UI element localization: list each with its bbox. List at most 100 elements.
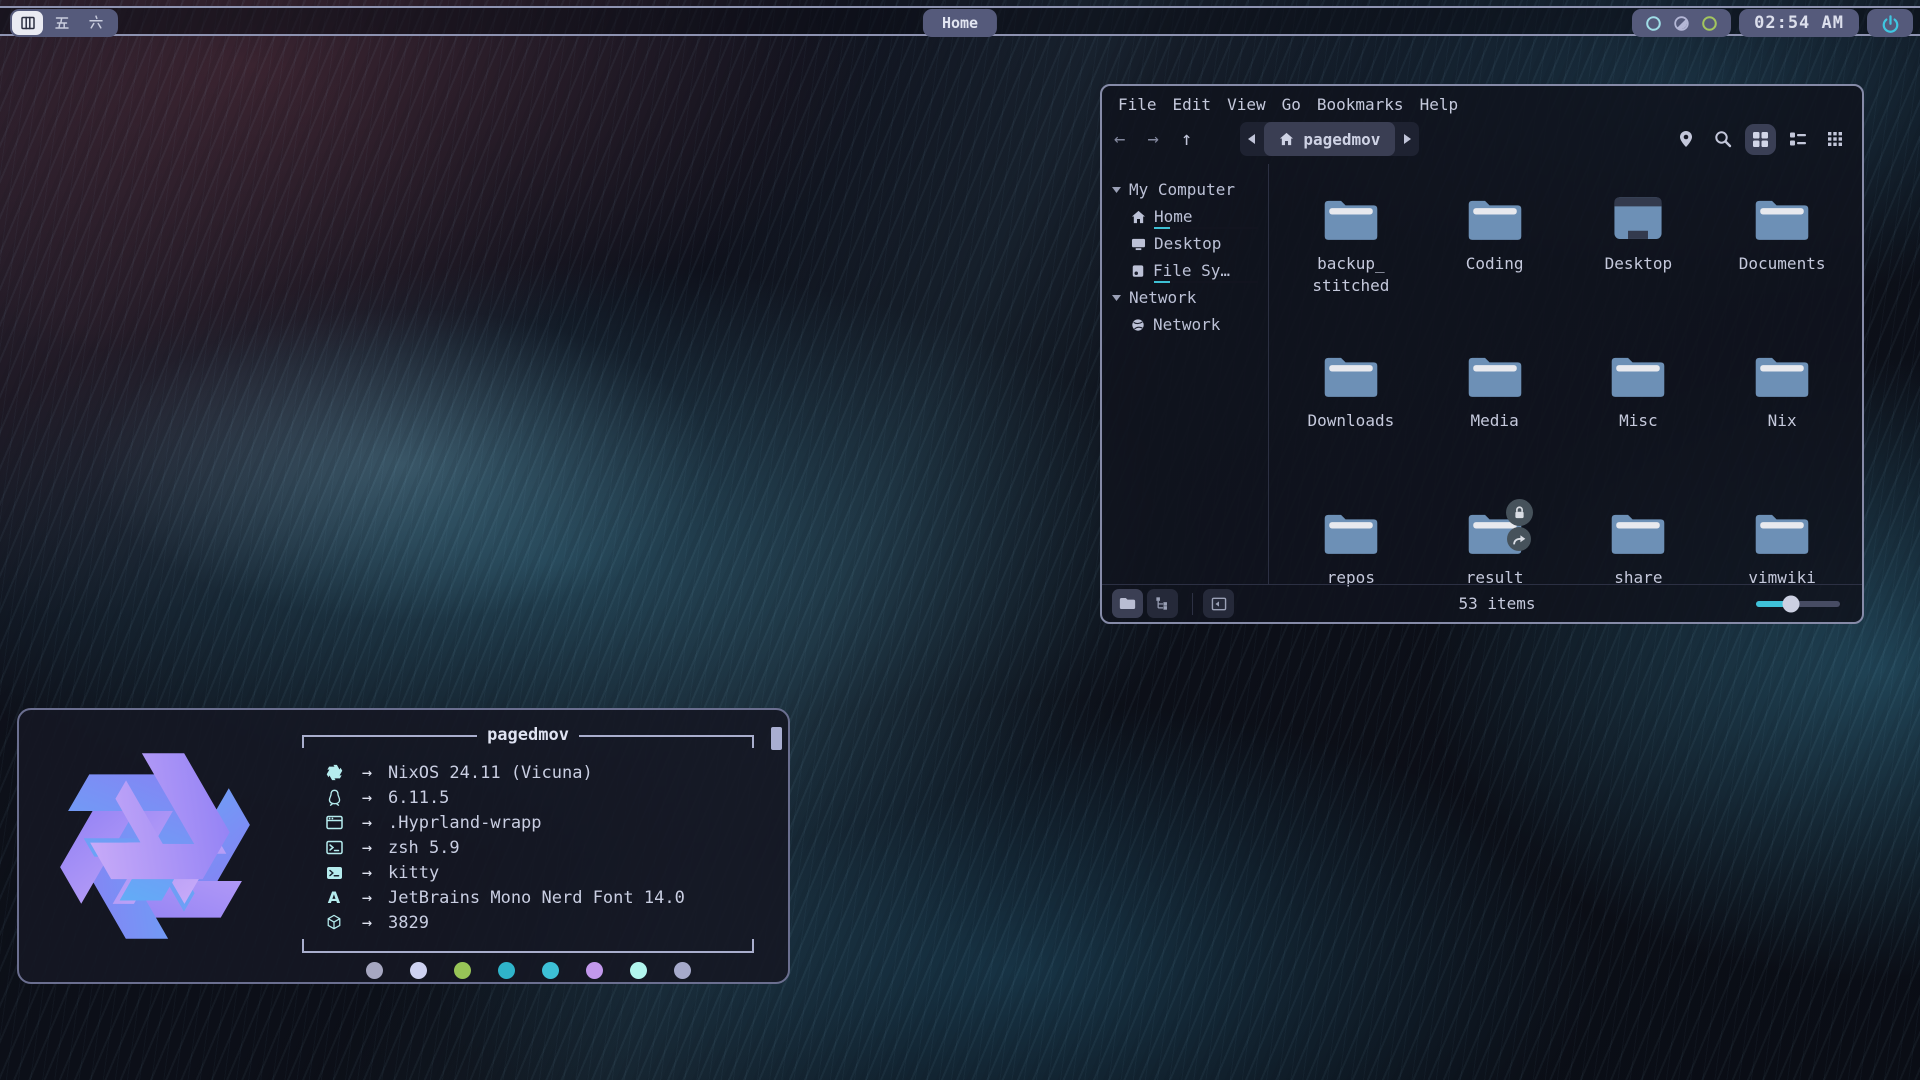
zoom-slider[interactable] — [1756, 601, 1840, 607]
menu-item[interactable]: Edit — [1173, 95, 1212, 114]
arrow-icon: → — [346, 788, 388, 808]
show-tree-button[interactable] — [1147, 589, 1178, 618]
power-button[interactable] — [1867, 9, 1913, 37]
active-window-title: Home — [923, 9, 997, 37]
folder-name: Downloads — [1308, 410, 1395, 432]
folder-name: Desktop — [1605, 253, 1672, 275]
nixos-logo — [39, 730, 271, 962]
breadcrumb-left-chevron-icon[interactable] — [1240, 122, 1264, 156]
workspace-button-5[interactable] — [46, 11, 77, 35]
palette-dot — [542, 962, 559, 979]
folder-name: Documents — [1739, 253, 1826, 275]
terminal-icon — [322, 866, 346, 880]
menu-item[interactable]: File — [1118, 95, 1157, 114]
fetch-value: 3829 — [388, 913, 429, 933]
up-button[interactable]: ↑ — [1181, 128, 1192, 150]
fetch-row-kernel: → 6.11.5 — [302, 785, 754, 810]
folder-item[interactable]: Coding — [1423, 194, 1567, 351]
tray-half-disc-icon[interactable] — [1673, 15, 1690, 32]
arrow-icon: → — [346, 838, 388, 858]
folder-icon — [1609, 351, 1667, 401]
arrow-icon: → — [346, 763, 388, 783]
clock[interactable]: 02:54 AM — [1739, 9, 1859, 37]
zoom-slider-knob[interactable] — [1783, 595, 1800, 612]
folder-item[interactable]: Misc — [1567, 351, 1711, 508]
folder-name: Misc — [1619, 410, 1658, 432]
tray-green-ring-icon[interactable] — [1701, 15, 1718, 32]
toolbar: ← → ↑ pagedmov — [1102, 119, 1862, 164]
thumbnail-view-button[interactable] — [1820, 124, 1850, 154]
workspace-button-4[interactable] — [12, 11, 43, 35]
tray-cyan-ring-icon[interactable] — [1645, 15, 1662, 32]
desktop-icon — [1131, 237, 1146, 251]
folder-item[interactable]: Documents — [1710, 194, 1854, 351]
menu-item[interactable]: Go — [1282, 95, 1301, 114]
topbar-right: 02:54 AM — [1632, 9, 1913, 37]
sidebar-item-label: Network — [1153, 315, 1220, 334]
fetch-frame-bottom — [302, 939, 754, 953]
folder-pane-icon — [1119, 596, 1136, 611]
toggle-sidepane-button[interactable] — [1203, 589, 1234, 618]
desktop: Home 02:54 AM — [0, 0, 1920, 1080]
sidebar-section-my-computer[interactable]: My Computer — [1112, 176, 1264, 203]
folder-item[interactable]: Desktop — [1567, 194, 1711, 351]
folder-name: Media — [1471, 410, 1519, 432]
menu-item[interactable]: Bookmarks — [1317, 95, 1404, 114]
menu-item[interactable]: View — [1227, 95, 1266, 114]
folder-name: Nix — [1768, 410, 1797, 432]
sidebar-item-network[interactable]: Network — [1112, 311, 1264, 338]
search-button[interactable] — [1707, 123, 1739, 155]
folder-icon — [1322, 194, 1380, 244]
fetch-row-font: A → JetBrains Mono Nerd Font 14.0 — [302, 885, 754, 910]
fastfetch-output: pagedmov → NixOS 24.11 (Vicuna) → 6.11.5 — [302, 724, 754, 979]
statusbar-separator — [1192, 593, 1193, 615]
disk-icon — [1131, 264, 1145, 278]
palette-dot — [674, 962, 691, 979]
forward-button[interactable]: → — [1147, 128, 1158, 150]
sidebar-section-network[interactable]: Network — [1112, 284, 1264, 311]
sidebar-item-home[interactable]: Home — [1112, 203, 1264, 230]
file-manager-window: File Edit View Go Bookmarks Help ← → ↑ pagedm… — [1100, 84, 1864, 624]
folder-item[interactable]: backup_ stitched — [1279, 194, 1423, 351]
arrow-icon: → — [346, 913, 388, 933]
breadcrumb-right-chevron-icon[interactable] — [1395, 122, 1419, 156]
sidebar-item-label: Home — [1154, 207, 1193, 226]
breadcrumb-path-tab[interactable]: pagedmov — [1264, 122, 1395, 156]
tree-pane-icon — [1155, 596, 1171, 611]
expander-triangle-icon — [1112, 295, 1121, 301]
compact-view-button[interactable] — [1782, 124, 1814, 154]
cjk-six-glyph-icon — [87, 14, 105, 32]
palette-dot — [498, 962, 515, 979]
arrow-icon: → — [346, 888, 388, 908]
terminal-color-palette — [302, 962, 754, 979]
globe-icon — [1131, 318, 1145, 332]
fetch-value: NixOS 24.11 (Vicuna) — [388, 763, 593, 783]
list-view-icon — [1789, 131, 1807, 147]
folder-item[interactable]: Downloads — [1279, 351, 1423, 508]
fetch-value: JetBrains Mono Nerd Font 14.0 — [388, 888, 685, 908]
folder-item[interactable]: Media — [1423, 351, 1567, 508]
location-pin-icon — [1678, 130, 1694, 148]
sidebar-item-desktop[interactable]: Desktop — [1112, 230, 1264, 257]
toolbar-right — [1671, 123, 1850, 155]
menu-item[interactable]: Help — [1420, 95, 1459, 114]
folder-grid: backup_ stitched — [1269, 164, 1862, 584]
icon-view-button[interactable] — [1745, 124, 1776, 155]
location-button[interactable] — [1671, 123, 1701, 155]
cjk-four-glyph-icon — [19, 14, 37, 32]
folder-item[interactable]: Nix — [1710, 351, 1854, 508]
folder-icon — [1753, 351, 1811, 401]
folder-icon — [1753, 194, 1811, 244]
fetch-value: kitty — [388, 863, 439, 883]
search-icon — [1714, 130, 1732, 148]
folder-icon — [1753, 508, 1811, 558]
back-button[interactable]: ← — [1114, 128, 1125, 150]
workspace-button-6[interactable] — [80, 11, 111, 35]
sidebar-item-filesystem[interactable]: File Sy… — [1112, 257, 1264, 284]
shell-icon — [322, 840, 346, 855]
terminal-window: pagedmov → NixOS 24.11 (Vicuna) → 6.11.5 — [17, 708, 790, 984]
folder-icon — [1609, 508, 1667, 558]
show-places-button[interactable] — [1112, 589, 1143, 618]
palette-dot — [410, 962, 427, 979]
folder-icon — [1322, 351, 1380, 401]
